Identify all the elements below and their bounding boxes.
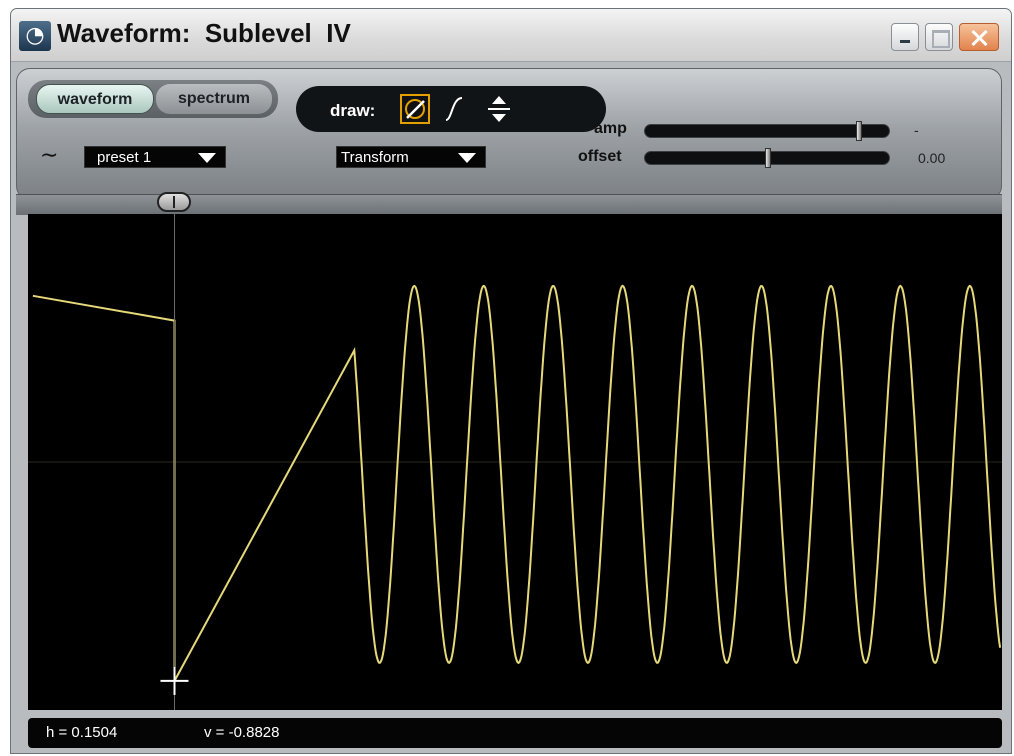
maximize-icon[interactable] xyxy=(925,23,953,51)
close-icon[interactable] xyxy=(959,23,999,51)
tab-waveform[interactable]: waveform xyxy=(36,84,154,114)
transform-dropdown[interactable]: Transform xyxy=(336,146,486,168)
waveform-trace xyxy=(32,284,1002,682)
line-draw-icon[interactable] xyxy=(400,94,430,124)
offset-slider-thumb[interactable] xyxy=(765,148,771,168)
tilde-wave-icon: ∼ xyxy=(40,143,59,168)
amp-value: - xyxy=(914,122,919,138)
chevron-down-icon xyxy=(198,153,216,163)
tab-spectrum[interactable]: spectrum xyxy=(156,84,272,114)
waveform-plot[interactable] xyxy=(28,214,1002,710)
curve-draw-icon[interactable] xyxy=(440,94,470,124)
waveform-display[interactable] xyxy=(28,214,1002,710)
transform-value: Transform xyxy=(341,149,409,166)
offset-label: offset xyxy=(578,148,622,165)
ruler-handle[interactable] xyxy=(157,192,192,212)
window-title: Waveform: Sublevel IV xyxy=(57,18,351,48)
preset-dropdown[interactable]: preset 1 xyxy=(84,146,226,168)
draw-label: draw: xyxy=(330,101,376,120)
scale-vertical-icon[interactable] xyxy=(484,94,514,124)
preset-value: preset 1 xyxy=(97,149,152,166)
crosshair-cursor xyxy=(160,666,189,695)
amp-slider-thumb[interactable] xyxy=(856,121,863,141)
minimize-icon[interactable] xyxy=(891,23,919,51)
status-bar: h = 0.1504 v = -0.8828 xyxy=(28,718,1002,748)
title-bar[interactable]: ◔ Waveform: Sublevel IV xyxy=(11,9,1011,62)
amp-label: amp xyxy=(594,120,627,137)
v-readout: v = -0.8828 xyxy=(204,724,280,741)
offset-slider[interactable] xyxy=(644,148,890,168)
offset-value: 0.00 xyxy=(918,150,946,166)
swirl-icon[interactable]: ◔ xyxy=(19,21,51,51)
h-readout: h = 0.1504 xyxy=(46,724,118,741)
chevron-down-icon xyxy=(458,153,476,163)
amp-slider[interactable] xyxy=(644,121,890,141)
